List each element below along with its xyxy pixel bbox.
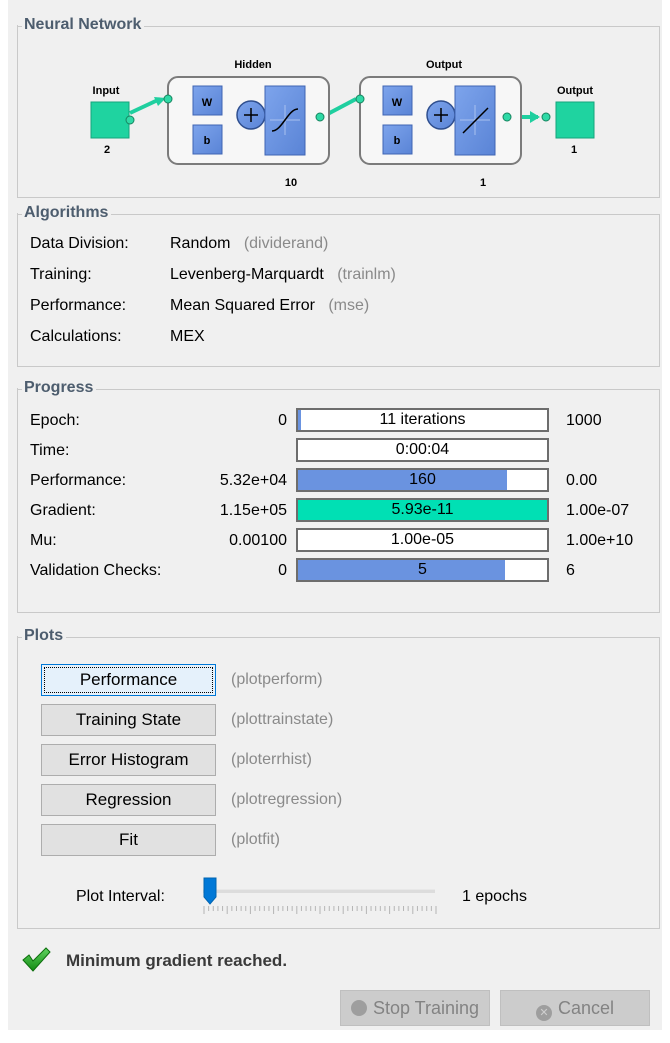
plot-fit-button[interactable]: Fit: [41, 824, 216, 856]
output-layer-output-port: [502, 112, 512, 122]
hidden-layer-label: Hidden: [234, 59, 272, 71]
progress-min: 5.32e+04: [219, 472, 287, 489]
algorithm-value: Levenberg-Marquardt (trainlm): [170, 265, 396, 285]
progress-label: Epoch:: [30, 412, 80, 429]
progress-label: Gradient:: [30, 502, 96, 519]
progress-label: Performance:: [30, 472, 127, 489]
algorithms-group: Algorithms Data Division: Random (divider…: [16, 203, 660, 367]
output-size: 1: [571, 144, 577, 156]
algorithm-name: Mean Squared Error: [170, 297, 315, 314]
progress-bar: 0:00:04: [296, 438, 549, 462]
cancel-button[interactable]: ✕ Cancel: [500, 990, 650, 1026]
progress-group: Progress Epoch: 0 11 iterations 1000 Time: 0:…: [16, 378, 660, 613]
progress-row: Epoch: 0 11 iterations 1000: [18, 408, 659, 434]
output-layer-size: 1: [480, 177, 486, 189]
status-message: Minimum gradient reached.: [66, 951, 288, 970]
stop-training-button[interactable]: Stop Training: [340, 990, 490, 1026]
progress-min: 0: [278, 412, 287, 429]
network-diagram: Input 2 Hidden W b 10 Output W b 1 Outpu…: [90, 59, 595, 189]
input-size: 2: [104, 144, 110, 156]
progress-bar: 11 iterations: [296, 408, 549, 432]
plot-training-state-button[interactable]: Training State: [41, 704, 216, 736]
progress-max: 1.00e-07: [566, 502, 630, 519]
input-label: Input: [93, 85, 120, 97]
input-port: [125, 115, 135, 125]
neural-network-group: Neural Network Input 2 Hidden W b 10 Out…: [16, 15, 660, 198]
hidden-weight-label: W: [202, 97, 213, 109]
group-title-algorithms: Algorithms: [16, 203, 112, 223]
progress-label: Time:: [30, 442, 70, 459]
plot-interval-ticks: [203, 906, 437, 914]
algorithm-value: Random (dividerand): [170, 234, 328, 254]
progress-value: 160: [409, 471, 436, 488]
output-bias-label: b: [394, 135, 401, 147]
algorithm-label: Training:: [30, 266, 92, 283]
hidden-bias-label: b: [204, 135, 211, 147]
input-node: [90, 101, 130, 139]
plot-regression-button[interactable]: Regression: [41, 784, 216, 816]
progress-value: 1.00e-05: [390, 531, 455, 548]
plot-error-histogram-button[interactable]: Error Histogram: [41, 744, 216, 776]
stop-icon: [350, 1000, 367, 1016]
algorithm-function: (dividerand): [243, 235, 329, 252]
progress-value: 11 iterations: [379, 411, 466, 428]
group-title-progress: Progress: [16, 378, 97, 398]
progress-row: Validation Checks: 0 5 6: [18, 558, 659, 584]
cancel-icon: ✕: [535, 1005, 552, 1021]
plot-function-name: (ploterrhist): [231, 751, 312, 768]
plots-group: Plots Performance (plotperform) Training S…: [16, 626, 660, 929]
plot-interval-track[interactable]: [203, 889, 435, 893]
progress-max: 6: [566, 562, 575, 579]
progress-value: 5.93e-11: [391, 501, 454, 518]
progress-row: Gradient: 1.15e+05 5.93e-11 1.00e-07: [18, 498, 659, 524]
progress-max: 1000: [566, 412, 602, 429]
output-layer-label: Output: [426, 59, 462, 71]
progress-row: Performance: 5.32e+04 160 0.00: [18, 468, 659, 494]
plot-function-name: (plotregression): [231, 791, 343, 808]
progress-value: 0:00:04: [395, 441, 450, 458]
plot-performance-button[interactable]: Performance: [41, 664, 216, 696]
progress-max: 0.00: [566, 472, 598, 489]
algorithm-function: (trainlm): [337, 266, 396, 283]
progress-label: Validation Checks:: [30, 562, 162, 579]
algorithm-name: Random: [170, 235, 231, 252]
progress-max: 1.00e+10: [566, 532, 634, 549]
progress-row: Mu: 0.00100 1.00e-05 1.00e+10: [18, 528, 659, 554]
output-layer-input-port: [355, 94, 365, 104]
algorithm-name: MEX: [170, 328, 205, 345]
plot-function-name: (plotfit): [231, 831, 280, 848]
algorithm-label: Performance:: [30, 297, 127, 314]
algorithm-label: Data Division:: [30, 235, 129, 252]
plot-interval-value: 1 epochs: [462, 888, 527, 905]
algorithm-function: (mse): [328, 297, 370, 314]
progress-min: 1.15e+05: [219, 502, 287, 519]
progress-bar: 5: [296, 558, 549, 582]
progress-min: 0.00100: [229, 532, 287, 549]
plot-interval-slider-thumb[interactable]: [203, 877, 217, 905]
plot-interval-label: Plot Interval:: [76, 888, 165, 905]
hidden-output-port: [315, 112, 325, 122]
algorithm-name: Levenberg-Marquardt: [170, 266, 324, 283]
checkmark-icon: [22, 947, 51, 972]
progress-value: 5: [418, 561, 427, 578]
algorithm-value: Mean Squared Error (mse): [170, 296, 369, 316]
progress-label: Mu:: [30, 532, 57, 549]
plot-function-name: (plotperform): [231, 671, 323, 688]
algorithm-value: MEX: [170, 327, 218, 347]
algorithm-label: Calculations:: [30, 328, 122, 345]
nntraintool-window: Neural Network Input 2 Hidden W b 10 Out…: [8, 0, 662, 1030]
output-weight-label: W: [392, 97, 403, 109]
output-port: [541, 112, 551, 122]
output-label: Output: [557, 85, 593, 97]
group-title-plots: Plots: [16, 626, 67, 646]
hidden-input-port: [163, 94, 173, 104]
progress-bar: 1.00e-05: [296, 528, 549, 552]
plot-function-name: (plottrainstate): [231, 711, 334, 728]
output-node: [555, 101, 595, 139]
hidden-size: 10: [285, 177, 297, 189]
progress-min: 0: [278, 562, 287, 579]
progress-bar: 160: [296, 468, 549, 492]
progress-row: Time: 0:00:04: [18, 438, 659, 464]
progress-bar: 5.93e-11: [296, 498, 549, 522]
